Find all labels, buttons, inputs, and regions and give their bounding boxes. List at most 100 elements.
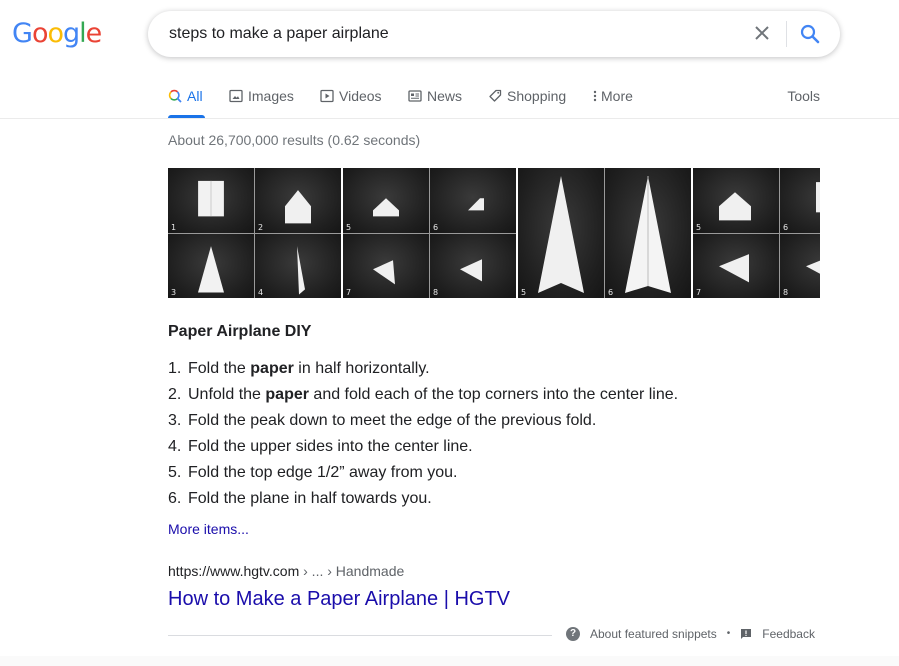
image-icon — [229, 89, 243, 103]
tab-all[interactable]: All — [168, 86, 205, 118]
step-text: Fold the upper sides into the center lin… — [188, 434, 473, 460]
result-stats: About 26,700,000 results (0.62 seconds) — [168, 132, 421, 148]
cite-domain: https://www.hgtv.com — [168, 563, 300, 579]
step-number-label: 6 — [608, 288, 614, 297]
image-thumbnail[interactable]: 1 2 3 4 — [168, 168, 341, 298]
image-thumbnail[interactable]: 5 6 7 8 — [343, 168, 516, 298]
paper-airplane-photo — [297, 245, 305, 294]
tabs-divider — [0, 118, 899, 119]
step-number-label: 7 — [696, 288, 702, 297]
step-number: 2. — [168, 386, 182, 403]
paper-airplane-photo — [468, 198, 484, 211]
image-strip: 1234 5678 56 5678 — [168, 168, 820, 298]
about-featured-snippets-link[interactable]: About featured snippets — [590, 626, 717, 642]
search-tabs: All Images Videos News Shopping More Too… — [168, 86, 848, 118]
tab-news[interactable]: News — [408, 86, 462, 118]
step-text-part: Fold the upper sides into the center lin… — [188, 438, 473, 455]
feedback-link[interactable]: Feedback — [762, 626, 815, 642]
step-text: Fold the paper in half horizontally. — [188, 356, 430, 382]
step-number: 6. — [168, 490, 182, 507]
step-item: 6. Fold the plane in half towards you. — [168, 486, 678, 512]
step-number-label: 6 — [783, 222, 789, 232]
step-text-part: Fold the peak down to meet the edge of t… — [188, 412, 597, 429]
image-cell: 5 — [343, 168, 429, 233]
image-cell: 7 — [693, 233, 779, 298]
image-cell: 4 — [255, 233, 341, 298]
paper-airplane-photo — [460, 258, 482, 281]
logo-letter: g — [63, 18, 80, 49]
tab-label: All — [187, 88, 203, 104]
close-icon — [755, 26, 769, 40]
paper-airplane-photo — [719, 192, 751, 221]
search-input[interactable] — [169, 23, 729, 45]
step-text-part: and fold each of the top corners into th… — [308, 386, 679, 403]
step-number-label: 5 — [521, 288, 527, 297]
search-box-divider — [786, 21, 787, 47]
step-item: 5. Fold the top edge 1/2” away from you. — [168, 460, 678, 486]
page-bottom — [0, 656, 899, 666]
step-keyword: paper — [250, 360, 294, 377]
vertical-dots-icon — [592, 89, 598, 103]
step-item: 4. Fold the upper sides into the center l… — [168, 434, 678, 460]
paper-airplane-photo — [285, 190, 311, 224]
help-icon: ? — [566, 627, 580, 641]
result-url: https://www.hgtv.com › ... › Handmade — [168, 562, 404, 580]
tab-more[interactable]: More — [592, 86, 633, 118]
step-number: 5. — [168, 464, 182, 481]
magnifier-icon — [800, 24, 820, 44]
separator-dot: • — [726, 628, 731, 639]
tab-images[interactable]: Images — [229, 86, 294, 118]
image-cell: 2 — [255, 168, 341, 233]
snippet-title: Paper Airplane DIY — [168, 323, 312, 340]
step-item: 1. Fold the paper in half horizontally. — [168, 356, 678, 382]
image-cell: 5 — [693, 168, 779, 233]
logo-letter: e — [85, 18, 103, 49]
step-text-part: Fold the top edge 1/2” away from you. — [188, 464, 458, 481]
tab-label: News — [427, 88, 463, 104]
paper-airplane-photo — [538, 176, 584, 293]
search-icon — [168, 89, 182, 103]
tab-videos[interactable]: Videos — [320, 86, 382, 118]
search-button[interactable] — [798, 22, 822, 46]
tab-label: More — [601, 88, 633, 104]
tab-label: Videos — [339, 88, 382, 104]
tools-button[interactable]: Tools — [787, 86, 820, 106]
result-title-link[interactable]: How to Make a Paper Airplane | HGTV — [168, 586, 510, 612]
paper-airplane-photo — [625, 176, 671, 293]
footer-divider — [168, 635, 552, 636]
image-thumbnail[interactable]: 5 6 7 8 — [693, 168, 820, 298]
step-number-label: 4 — [258, 288, 264, 297]
cite-path: › ... › Handmade — [299, 563, 405, 579]
step-text: Fold the top edge 1/2” away from you. — [188, 460, 457, 486]
search-box — [148, 11, 840, 57]
step-text-part: Unfold the — [188, 386, 266, 403]
step-text-part: Fold the — [188, 360, 251, 377]
more-items-link[interactable]: More items... — [168, 520, 249, 538]
step-text: Fold the peak down to meet the edge of t… — [188, 408, 596, 434]
tag-icon — [488, 89, 502, 103]
steps-list: 1. Fold the paper in half horizontally. 2.… — [168, 356, 678, 512]
paper-airplane-photo — [198, 245, 224, 292]
logo-letter: G — [12, 18, 33, 49]
step-text-part: in half horizontally. — [293, 360, 430, 377]
step-number-label: 5 — [346, 222, 352, 232]
tab-shopping[interactable]: Shopping — [488, 86, 566, 118]
image-cell: 8 — [780, 233, 820, 298]
image-cell: 6 — [780, 168, 820, 233]
step-number-label: 8 — [433, 288, 439, 297]
feedback-icon — [740, 628, 752, 640]
step-text: Unfold the paper and fold each of the to… — [188, 382, 678, 408]
image-thumbnail[interactable]: 56 — [518, 168, 691, 298]
google-logo[interactable]: Google — [12, 18, 103, 49]
step-number-label: 6 — [433, 222, 439, 232]
snippet-footer: ? About featured snippets • Feedback — [566, 626, 815, 642]
clear-search-button[interactable] — [748, 23, 776, 45]
step-number-label: 7 — [346, 288, 352, 297]
step-item: 3. Fold the peak down to meet the edge of… — [168, 408, 678, 434]
image-cell: 7 — [343, 233, 429, 298]
step-number-label: 1 — [171, 222, 177, 232]
step-keyword: paper — [265, 386, 309, 403]
newspaper-icon — [408, 89, 422, 103]
image-cell: 5 — [518, 168, 604, 298]
step-item: 2. Unfold the paper and fold each of the … — [168, 382, 678, 408]
